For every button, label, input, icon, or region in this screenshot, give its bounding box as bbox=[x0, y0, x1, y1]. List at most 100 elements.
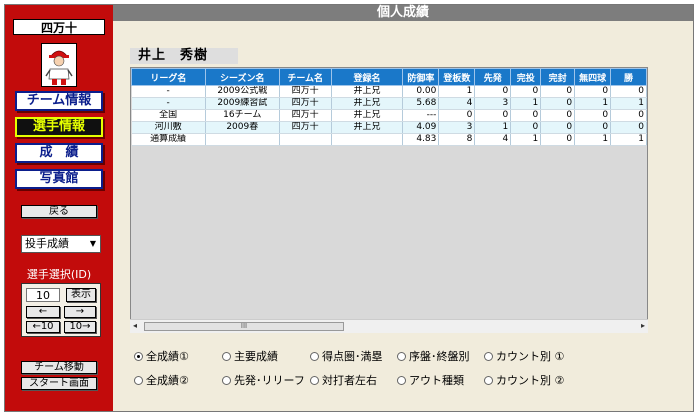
table-row[interactable]: - 2009公式戦 四万十 井上兄 0.00 1 0 0 0 0 0 bbox=[131, 85, 647, 98]
back-button[interactable]: 戻る bbox=[21, 205, 97, 218]
cell-era: 0.00 bbox=[402, 85, 440, 98]
scroll-right-icon[interactable]: ▸ bbox=[641, 321, 645, 330]
col-complete-games[interactable]: 完投 bbox=[510, 68, 542, 86]
nav-photo-gallery-button[interactable]: 写真館 bbox=[15, 169, 103, 189]
radio-dot bbox=[222, 375, 231, 385]
next-10-button[interactable]: 10→ bbox=[64, 321, 96, 333]
col-season[interactable]: シーズン名 bbox=[204, 68, 280, 86]
scrollbar-thumb[interactable]: III bbox=[144, 322, 344, 331]
table-row[interactable]: - 2009練習試 四万十 井上兄 5.68 4 3 1 0 1 1 bbox=[131, 97, 647, 110]
radio-early-late-innings[interactable]: 序盤･終盤別 bbox=[397, 348, 470, 364]
cell-team: 四万十 bbox=[279, 85, 332, 98]
radio-label: カウント別 ① bbox=[496, 350, 565, 363]
radio-dot bbox=[134, 375, 143, 385]
stats-grid[interactable]: リーグ名 シーズン名 チーム名 登録名 防御率 登板数 先発 完投 完封 無四球… bbox=[130, 67, 648, 333]
cell-season: 2009練習試 bbox=[205, 97, 280, 110]
cell-league: 河川敷 bbox=[131, 121, 206, 134]
cell-appearances: 0 bbox=[438, 109, 476, 122]
player-avatar-icon bbox=[41, 43, 77, 87]
cell-league: - bbox=[131, 85, 206, 98]
stats-category-select[interactable]: 投手成績 ▼ bbox=[21, 235, 101, 253]
radio-count-1[interactable]: カウント別 ① bbox=[484, 348, 564, 364]
radio-dot bbox=[397, 375, 406, 385]
cell-complete-games: 0 bbox=[510, 85, 542, 98]
radio-label: 主要成績 bbox=[234, 350, 278, 363]
radio-label: 全成績① bbox=[146, 350, 189, 363]
cell-season: 16チーム bbox=[205, 109, 280, 122]
show-button[interactable]: 表示 bbox=[66, 288, 96, 302]
radio-dot bbox=[397, 351, 406, 361]
cell-era: 4.09 bbox=[402, 121, 440, 134]
cell-registered-name: 井上兄 bbox=[331, 97, 404, 110]
player-select-label: 選手選択(ID) bbox=[26, 268, 92, 281]
cell-shutouts: 0 bbox=[540, 97, 576, 110]
cell-no-walks: 0 bbox=[574, 109, 612, 122]
nav-team-info-button[interactable]: チーム情報 bbox=[15, 91, 103, 111]
radio-scoring-position[interactable]: 得点圏･満塁 bbox=[310, 348, 383, 364]
radio-dot bbox=[484, 375, 493, 385]
cell-shutouts: 0 bbox=[540, 85, 576, 98]
start-screen-button[interactable]: スタート画面 bbox=[21, 377, 97, 390]
player-name: 井上 秀樹 bbox=[130, 48, 238, 64]
scroll-left-icon[interactable]: ◂ bbox=[133, 321, 137, 330]
radio-starter-reliever[interactable]: 先発･リリーフ bbox=[222, 372, 305, 388]
radio-vs-batter-hand[interactable]: 対打者左右 bbox=[310, 372, 377, 388]
col-no-walks[interactable]: 無四球 bbox=[574, 68, 612, 86]
nav-player-info-button[interactable]: 選手情報 bbox=[15, 117, 103, 137]
cell-wins: 1 bbox=[610, 97, 647, 110]
prev-10-button[interactable]: ←10 bbox=[26, 321, 60, 333]
cell-starts: 0 bbox=[474, 85, 512, 98]
cell-league: 全国 bbox=[131, 109, 206, 122]
cell-team: 四万十 bbox=[279, 109, 332, 122]
col-shutouts[interactable]: 完封 bbox=[540, 68, 576, 86]
cell-registered-name: 井上兄 bbox=[331, 121, 404, 134]
horizontal-scrollbar[interactable]: ◂ III ▸ bbox=[130, 319, 648, 333]
radio-main-stats[interactable]: 主要成績 bbox=[222, 348, 278, 364]
col-team[interactable]: チーム名 bbox=[278, 68, 332, 86]
radio-label: アウト種類 bbox=[409, 374, 464, 387]
team-move-button[interactable]: チーム移動 bbox=[21, 361, 97, 374]
team-name: 四万十 bbox=[13, 19, 105, 35]
cell-team: 四万十 bbox=[279, 121, 332, 134]
cell-season: 2009公式戦 bbox=[205, 85, 280, 98]
cell-starts: 4 bbox=[474, 133, 512, 146]
cell-era: 5.68 bbox=[402, 97, 440, 110]
prev-player-button[interactable]: ← bbox=[26, 306, 60, 318]
player-id-input[interactable]: 10 bbox=[26, 288, 60, 302]
next-player-button[interactable]: → bbox=[64, 306, 96, 318]
radio-dot bbox=[310, 375, 319, 385]
radio-label: 序盤･終盤別 bbox=[409, 350, 470, 363]
cell-appearances: 4 bbox=[438, 97, 476, 110]
col-era[interactable]: 防御率 bbox=[402, 68, 440, 86]
player-id-panel: 10 表示 ← → ←10 10→ bbox=[21, 283, 101, 337]
cell-wins: 0 bbox=[610, 121, 647, 134]
radio-all-stats-2[interactable]: 全成績② bbox=[134, 372, 189, 388]
col-appearances[interactable]: 登板数 bbox=[438, 68, 476, 86]
cell-no-walks: 0 bbox=[574, 121, 612, 134]
cell-complete-games: 0 bbox=[510, 121, 542, 134]
col-starts[interactable]: 先発 bbox=[474, 68, 512, 86]
table-row-total[interactable]: 通算成績 4.83 8 4 1 0 1 1 bbox=[131, 133, 647, 146]
stats-table: リーグ名 シーズン名 チーム名 登録名 防御率 登板数 先発 完投 完封 無四球… bbox=[131, 68, 647, 146]
cell-shutouts: 0 bbox=[540, 109, 576, 122]
window-title: 個人成績 bbox=[113, 5, 693, 21]
table-row[interactable]: 全国 16チーム 四万十 井上兄 --- 0 0 0 0 0 0 bbox=[131, 109, 647, 122]
cell-shutouts: 0 bbox=[540, 121, 576, 134]
cell-appearances: 1 bbox=[438, 85, 476, 98]
radio-count-2[interactable]: カウント別 ② bbox=[484, 372, 564, 388]
cell-registered-name: 井上兄 bbox=[331, 109, 404, 122]
radio-out-type[interactable]: アウト種類 bbox=[397, 372, 464, 388]
radio-label: 対打者左右 bbox=[322, 374, 377, 387]
cell-complete-games: 1 bbox=[510, 133, 542, 146]
radio-label: 先発･リリーフ bbox=[234, 374, 305, 387]
radio-all-stats-1[interactable]: 全成績① bbox=[134, 348, 189, 364]
nav-stats-button[interactable]: 成 績 bbox=[15, 143, 103, 163]
cell-wins: 1 bbox=[610, 133, 647, 146]
col-league[interactable]: リーグ名 bbox=[131, 68, 206, 86]
table-row[interactable]: 河川敷 2009春 四万十 井上兄 4.09 3 1 0 0 0 0 bbox=[131, 121, 647, 134]
radio-dot bbox=[484, 351, 493, 361]
col-registered-name[interactable]: 登録名 bbox=[330, 68, 404, 86]
cell-no-walks: 0 bbox=[574, 85, 612, 98]
col-wins[interactable]: 勝 bbox=[610, 68, 647, 86]
cell-league: 通算成績 bbox=[131, 133, 206, 146]
